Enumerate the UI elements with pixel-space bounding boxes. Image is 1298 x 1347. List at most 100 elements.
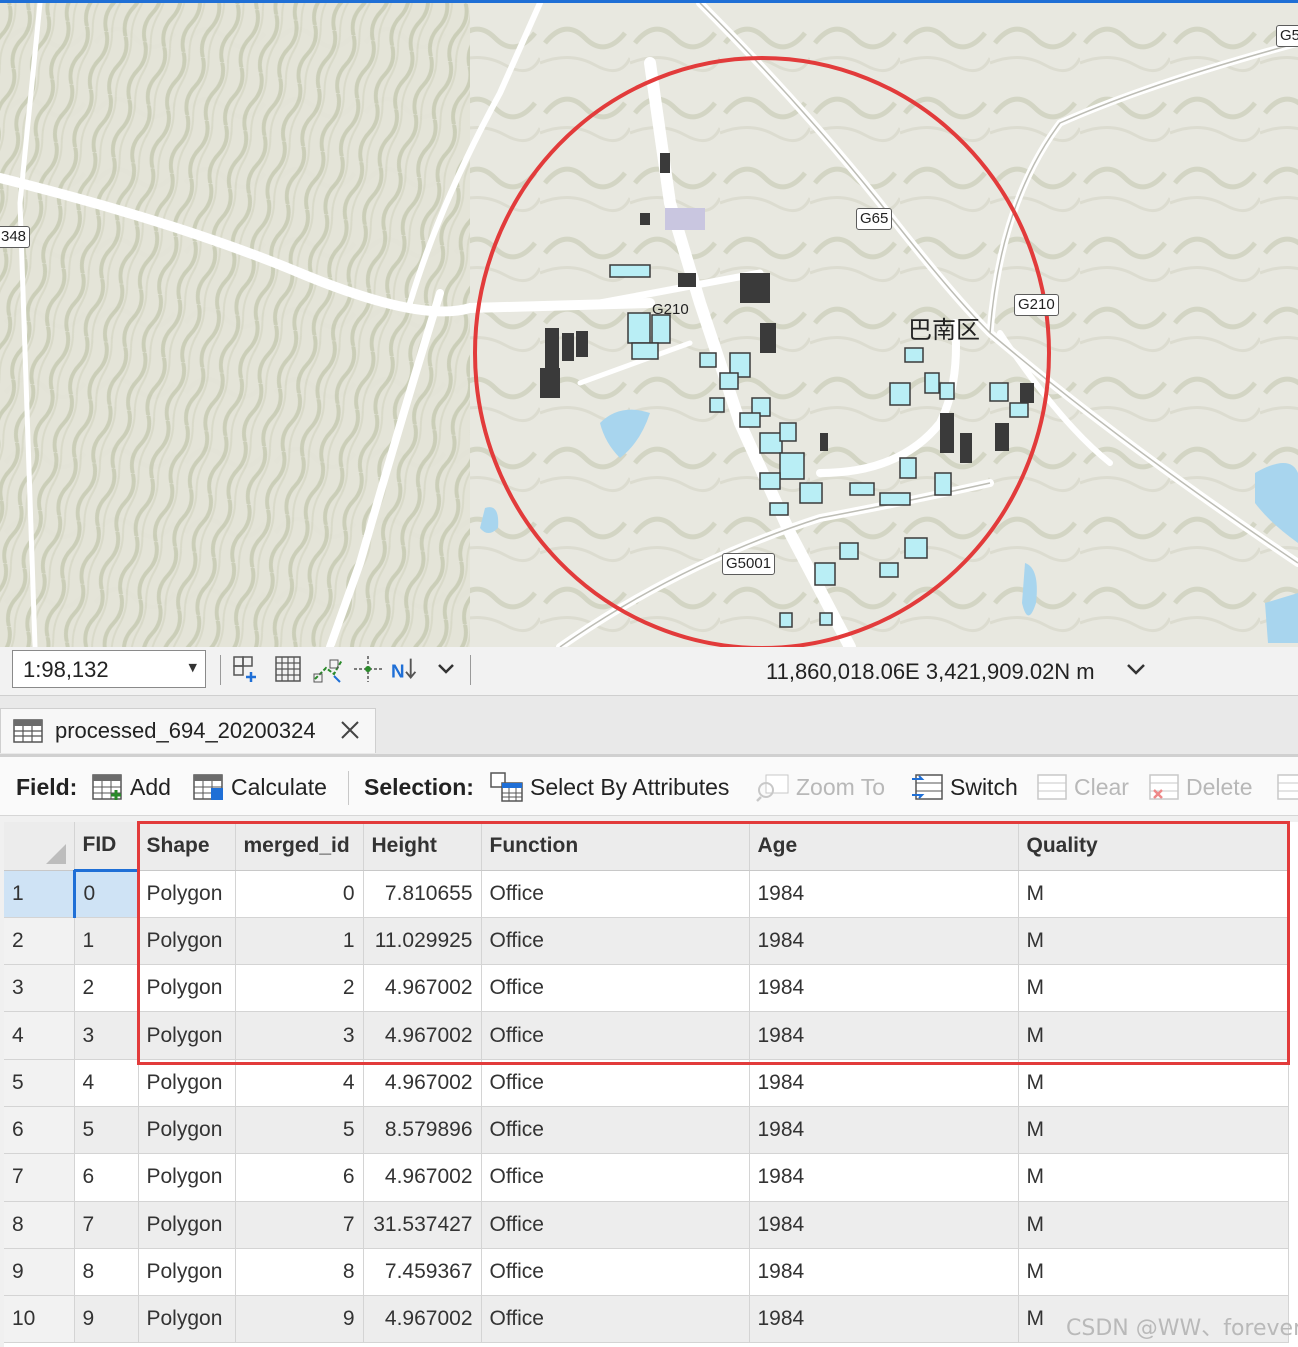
fid-cell[interactable]: 2 xyxy=(74,964,139,1013)
clear-selection-button[interactable]: Clear xyxy=(1036,771,1129,803)
shape-cell[interactable]: Polygon xyxy=(138,1153,236,1202)
merged-id-cell[interactable]: 6 xyxy=(235,1153,364,1202)
function-cell[interactable]: Office xyxy=(481,1201,750,1249)
height-cell[interactable]: 7.459367 xyxy=(363,1248,482,1297)
north-arrow-icon[interactable]: N xyxy=(390,653,422,685)
merged-id-cell[interactable]: 5 xyxy=(235,1106,364,1155)
constraints-icon[interactable] xyxy=(352,653,384,685)
map-view[interactable]: G5 G65 G210 G210 G5001 348 巴南区 xyxy=(0,3,1298,647)
function-cell[interactable]: Office xyxy=(481,964,750,1013)
shape-cell[interactable]: Polygon xyxy=(138,917,236,966)
shape-cell[interactable]: Polygon xyxy=(138,870,236,918)
row-number[interactable]: 9 xyxy=(4,1248,75,1297)
age-cell[interactable]: 1984 xyxy=(749,1059,1019,1107)
height-cell[interactable]: 4.967002 xyxy=(363,964,482,1013)
add-field-button[interactable]: Add xyxy=(92,771,171,803)
table-row[interactable]: 4 3 Polygon 3 4.967002 Office 1984 M xyxy=(4,1011,1289,1060)
function-cell[interactable]: Office xyxy=(481,1153,750,1202)
fid-cell[interactable]: 0 xyxy=(72,870,139,918)
function-cell[interactable]: Office xyxy=(481,870,750,918)
quality-cell[interactable]: M xyxy=(1018,917,1289,966)
row-number[interactable]: 2 xyxy=(4,917,75,966)
function-cell[interactable]: Office xyxy=(481,1059,750,1107)
merged-id-cell[interactable]: 0 xyxy=(235,870,364,918)
age-cell[interactable]: 1984 xyxy=(749,1248,1019,1297)
fid-cell[interactable]: 1 xyxy=(74,917,139,966)
row-number[interactable]: 8 xyxy=(4,1201,75,1249)
fid-cell[interactable]: 4 xyxy=(74,1059,139,1107)
quality-cell[interactable]: M xyxy=(1018,870,1289,918)
fid-cell[interactable]: 5 xyxy=(74,1106,139,1155)
snapping-icon[interactable] xyxy=(312,653,344,685)
table-row[interactable]: 3 2 Polygon 2 4.967002 Office 1984 M xyxy=(4,964,1289,1013)
column-header-fid[interactable]: FID xyxy=(74,822,139,872)
quality-cell[interactable]: M xyxy=(1018,1011,1289,1060)
quality-cell[interactable]: M xyxy=(1018,1106,1289,1155)
age-cell[interactable]: 1984 xyxy=(749,964,1019,1013)
shape-cell[interactable]: Polygon xyxy=(138,1011,236,1060)
shape-cell[interactable]: Polygon xyxy=(138,1295,236,1344)
shape-cell[interactable]: Polygon xyxy=(138,1201,236,1249)
column-header-function[interactable]: Function xyxy=(481,822,750,871)
zoom-to-button[interactable]: Zoom To xyxy=(756,771,885,803)
shape-cell[interactable]: Polygon xyxy=(138,1248,236,1297)
merged-id-cell[interactable]: 9 xyxy=(235,1295,364,1344)
shape-cell[interactable]: Polygon xyxy=(138,1106,236,1155)
age-cell[interactable]: 1984 xyxy=(749,1153,1019,1202)
table-row[interactable]: 2 1 Polygon 1 11.029925 Office 1984 M xyxy=(4,917,1289,966)
row-number[interactable]: 10 xyxy=(4,1295,75,1344)
column-header-merged-id[interactable]: merged_id xyxy=(235,822,364,871)
quality-cell[interactable]: M xyxy=(1018,1153,1289,1202)
age-cell[interactable]: 1984 xyxy=(749,870,1019,918)
calculate-field-button[interactable]: Calculate xyxy=(193,771,327,803)
more-tools-icon[interactable] xyxy=(1276,771,1298,803)
merged-id-cell[interactable]: 3 xyxy=(235,1011,364,1060)
function-cell[interactable]: Office xyxy=(481,1106,750,1155)
fid-cell[interactable]: 6 xyxy=(74,1153,139,1202)
delete-selection-button[interactable]: Delete xyxy=(1148,771,1252,803)
function-cell[interactable]: Office xyxy=(481,1295,750,1344)
column-header-height[interactable]: Height xyxy=(363,822,482,871)
merged-id-cell[interactable]: 7 xyxy=(235,1201,364,1249)
column-header-shape[interactable]: Shape xyxy=(138,822,236,871)
height-cell[interactable]: 4.967002 xyxy=(363,1295,482,1344)
coordinate-format-chevron-icon[interactable] xyxy=(1126,661,1146,680)
height-cell[interactable]: 4.967002 xyxy=(363,1059,482,1107)
merged-id-cell[interactable]: 8 xyxy=(235,1248,364,1297)
row-number[interactable]: 5 xyxy=(4,1059,75,1107)
row-number[interactable]: 1 xyxy=(4,870,75,918)
height-cell[interactable]: 8.579896 xyxy=(363,1106,482,1155)
function-cell[interactable]: Office xyxy=(481,1011,750,1060)
row-number[interactable]: 4 xyxy=(4,1011,75,1060)
scale-selector[interactable]: 1:98,132 ▼ xyxy=(12,650,206,688)
close-icon[interactable] xyxy=(339,719,361,741)
table-row[interactable]: 9 8 Polygon 8 7.459367 Office 1984 M xyxy=(4,1248,1289,1297)
select-by-attributes-button[interactable]: Select By Attributes xyxy=(490,771,729,803)
height-cell[interactable]: 11.029925 xyxy=(363,917,482,966)
height-cell[interactable]: 7.810655 xyxy=(363,870,482,918)
age-cell[interactable]: 1984 xyxy=(749,1106,1019,1155)
select-all-corner[interactable] xyxy=(4,822,75,871)
chevron-down-icon[interactable] xyxy=(430,653,462,685)
height-cell[interactable]: 31.537427 xyxy=(363,1201,482,1249)
row-number[interactable]: 7 xyxy=(4,1153,75,1202)
shape-cell[interactable]: Polygon xyxy=(138,964,236,1013)
tab-attribute-table[interactable]: processed_694_20200324 xyxy=(0,708,376,753)
fid-cell[interactable]: 7 xyxy=(74,1201,139,1249)
switch-selection-button[interactable]: Switch xyxy=(910,771,1018,803)
row-number[interactable]: 3 xyxy=(4,964,75,1013)
function-cell[interactable]: Office xyxy=(481,917,750,966)
merged-id-cell[interactable]: 1 xyxy=(235,917,364,966)
row-number[interactable]: 6 xyxy=(4,1106,75,1155)
column-header-quality[interactable]: Quality xyxy=(1018,822,1289,871)
table-row[interactable]: 7 6 Polygon 6 4.967002 Office 1984 M xyxy=(4,1153,1289,1202)
function-cell[interactable]: Office xyxy=(481,1248,750,1297)
add-grid-icon[interactable] xyxy=(230,653,262,685)
shape-cell[interactable]: Polygon xyxy=(138,1059,236,1107)
age-cell[interactable]: 1984 xyxy=(749,1201,1019,1249)
column-header-age[interactable]: Age xyxy=(749,822,1019,871)
merged-id-cell[interactable]: 2 xyxy=(235,964,364,1013)
quality-cell[interactable]: M xyxy=(1018,964,1289,1013)
table-row[interactable]: 5 4 Polygon 4 4.967002 Office 1984 M xyxy=(4,1059,1289,1107)
grid-icon[interactable] xyxy=(272,653,304,685)
